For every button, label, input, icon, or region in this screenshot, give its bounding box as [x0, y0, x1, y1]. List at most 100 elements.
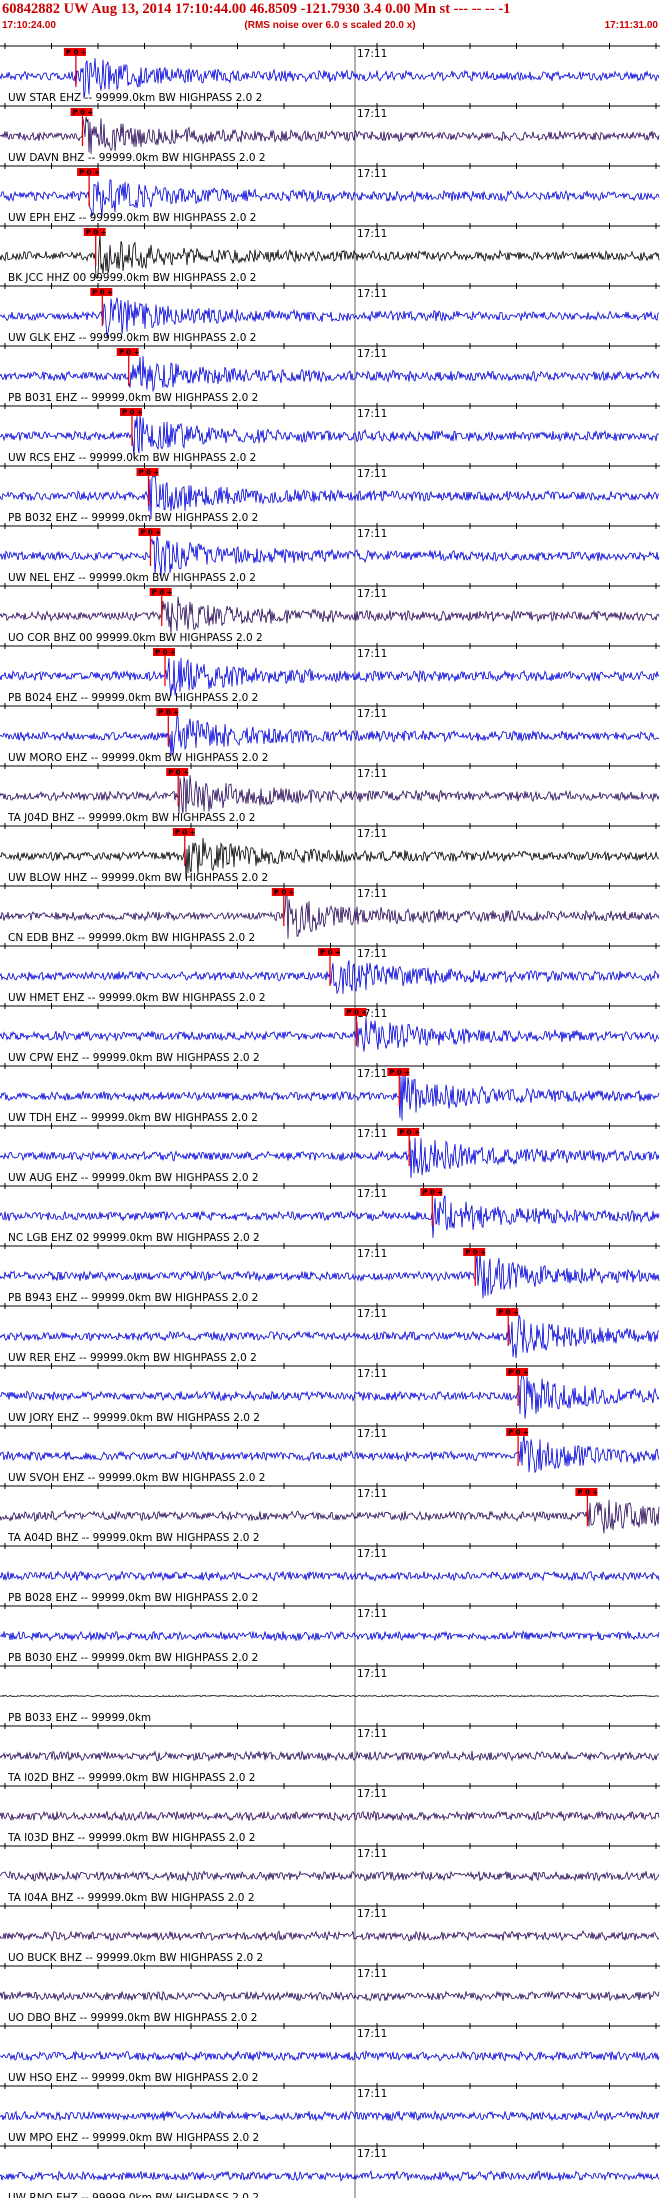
- station-label: UO COR BHZ 00 99999.0km BW HIGHPASS 2.0 …: [8, 632, 263, 644]
- trace-1: 17:11 P 0 + UW DAVN BHZ -- 99999.0km BW HI…: [0, 103, 660, 166]
- waveform: [0, 116, 660, 155]
- station-label: UW RNO EHZ -- 99999.0km BW HIGHPASS 2.0 …: [8, 2192, 259, 2198]
- waveform: [0, 1570, 660, 1582]
- trace-19: 17:11 P 0 + NC LGB EHZ 02 99999.0km BW HIG…: [0, 1183, 660, 1246]
- pick-tag: P 0 +: [168, 769, 189, 777]
- trace-12: 17:11 P 0 + TA J04D BHZ -- 99999.0km BW HI…: [0, 763, 660, 826]
- tick-label: 17:11: [357, 1728, 387, 1740]
- station-label: TA I04A BHZ -- 99999.0km BW HIGHPASS 2.0…: [7, 1892, 255, 1904]
- trace-35: 17:11 UW RNO EHZ -- 99999.0km BW HIGHPASS…: [0, 2143, 660, 2198]
- pick-tag: P 0 +: [175, 829, 196, 837]
- pick-tag: P 0 +: [158, 709, 179, 717]
- pick-tag: P 0 +: [139, 469, 160, 477]
- pick-tag: P 0 +: [508, 1429, 529, 1437]
- trace-10: 17:11 P 0 + PB B024 EHZ -- 99999.0km BW HI…: [0, 643, 660, 706]
- waveform: [0, 1810, 660, 1822]
- station-label: PB B032 EHZ -- 99999.0km BW HIGHPASS 2.0…: [8, 512, 258, 524]
- station-label: UW NEL EHZ -- 99999.0km BW HIGHPASS 2.0 …: [8, 572, 256, 584]
- trace-33: 17:11 UW HSO EHZ -- 99999.0km BW HIGHPASS…: [0, 2023, 660, 2086]
- station-label: UW HMET EHZ -- 99999.0km BW HIGHPASS 2.0…: [8, 992, 266, 1004]
- tick-label: 17:11: [357, 408, 387, 420]
- station-label: UW STAR EHZ -- 99999.0km BW HIGHPASS 2.0…: [8, 92, 262, 104]
- station-label: CN EDB BHZ -- 99999.0km BW HIGHPASS 2.0 …: [8, 932, 255, 944]
- tick-label: 17:11: [357, 1488, 387, 1500]
- station-label: UW SVOH EHZ -- 99999.0km BW HIGHPASS 2.0…: [8, 1472, 265, 1484]
- station-label: UW BLOW HHZ -- 99999.0km BW HIGHPASS 2.0…: [8, 872, 268, 884]
- station-label: PB B030 EHZ -- 99999.0km BW HIGHPASS 2.0…: [8, 1652, 258, 1664]
- station-label: UW JORY EHZ -- 99999.0km BW HIGHPASS 2.0…: [8, 1412, 260, 1424]
- trace-13: 17:11 P 0 + UW BLOW HHZ -- 99999.0km BW HI…: [0, 823, 660, 886]
- pick-tag: P 0 +: [79, 169, 100, 177]
- trace-30: 17:11 TA I04A BHZ -- 99999.0km BW HIGHPAS…: [0, 1843, 660, 1906]
- station-label: TA A04D BHZ -- 99999.0km BW HIGHPASS 2.0…: [7, 1532, 260, 1544]
- pick-tag: P 0 +: [119, 349, 140, 357]
- waveform: [0, 179, 660, 217]
- pick-tag: P 0 +: [140, 529, 161, 537]
- station-label: PB B031 EHZ -- 99999.0km BW HIGHPASS 2.0…: [8, 392, 258, 404]
- tick-label: 17:11: [357, 768, 387, 780]
- pick-tag: P 0 +: [389, 1069, 410, 1077]
- pick-tag: P 0 +: [122, 409, 143, 417]
- tick-label: 17:11: [357, 588, 387, 600]
- waveform: [0, 1749, 660, 1762]
- waveform: [0, 1630, 660, 1642]
- tick-label: 17:11: [357, 168, 387, 180]
- station-label: PB B943 EHZ -- 99999.0km BW HIGHPASS 2.0…: [8, 1292, 258, 1304]
- trace-25: 17:11 PB B028 EHZ -- 99999.0km BW HIGHPAS…: [0, 1543, 660, 1606]
- trace-7: 17:11 P 0 + PB B032 EHZ -- 99999.0km BW HI…: [0, 463, 660, 526]
- tick-label: 17:11: [357, 1428, 387, 1440]
- trace-4: 17:11 P 0 + UW GLK EHZ -- 99999.0km BW HIG…: [0, 283, 660, 346]
- tick-label: 17:11: [357, 2148, 387, 2160]
- station-label: UW EPH EHZ -- 99999.0km BW HIGHPASS 2.0 …: [8, 212, 256, 224]
- trace-11: 17:11 P 0 + UW MORO EHZ -- 99999.0km BW HI…: [0, 703, 660, 766]
- station-label: NC LGB EHZ 02 99999.0km BW HIGHPASS 2.0 …: [8, 1232, 260, 1244]
- station-label: UW CPW EHZ -- 99999.0km BW HIGHPASS 2.0 …: [8, 1052, 260, 1064]
- tick-label: 17:11: [357, 828, 387, 840]
- waveform: [0, 1870, 660, 1883]
- pick-tag: P 0 +: [274, 889, 295, 897]
- tick-label: 17:11: [357, 1968, 387, 1980]
- station-label: PB B024 EHZ -- 99999.0km BW HIGHPASS 2.0…: [8, 692, 258, 704]
- scaling-note: (RMS noise over 6.0 s scaled 20.0 x): [244, 20, 416, 31]
- station-label: UW MPO EHZ -- 99999.0km BW HIGHPASS 2.0 …: [8, 2132, 259, 2144]
- tick-label: 17:11: [357, 1188, 387, 1200]
- tick-label: 17:11: [357, 948, 387, 960]
- station-label: UW GLK EHZ -- 99999.0km BW HIGHPASS 2.0 …: [8, 332, 256, 344]
- tick-label: 17:11: [357, 888, 387, 900]
- tick-label: 17:11: [357, 108, 387, 120]
- station-label: UW HSO EHZ -- 99999.0km BW HIGHPASS 2.0 …: [8, 2072, 258, 2084]
- station-label: TA J04D BHZ -- 99999.0km BW HIGHPASS 2.0…: [7, 812, 255, 824]
- pick-tag: P 0 +: [465, 1249, 486, 1257]
- waveform: [0, 356, 660, 393]
- tick-label: 17:11: [357, 1908, 387, 1920]
- trace-5: 17:11 P 0 + PB B031 EHZ -- 99999.0km BW HI…: [0, 343, 660, 406]
- trace-28: 17:11 TA I02D BHZ -- 99999.0km BW HIGHPAS…: [0, 1723, 660, 1786]
- tick-label: 17:11: [357, 2028, 387, 2040]
- pick-tag: P 0 +: [577, 1489, 598, 1497]
- station-label: PB B028 EHZ -- 99999.0km BW HIGHPASS 2.0…: [8, 1592, 258, 1604]
- waveform: [0, 536, 660, 577]
- waveform: [0, 2049, 660, 2062]
- trace-21: 17:11 P 0 + UW RER EHZ -- 99999.0km BW HIG…: [0, 1303, 660, 1366]
- station-label: UW TDH EHZ -- 99999.0km BW HIGHPASS 2.0 …: [8, 1112, 258, 1124]
- waveform: [0, 1990, 660, 2002]
- trace-32: 17:11 UO DBO BHZ -- 99999.0km BW HIGHPASS…: [0, 1963, 660, 2026]
- tick-label: 17:11: [357, 468, 387, 480]
- plot-header: 60842882 UW Aug 13, 2014 17:10:44.00 46.…: [0, 0, 660, 38]
- station-label: TA I03D BHZ -- 99999.0km BW HIGHPASS 2.0…: [7, 1832, 255, 1844]
- station-label: UW RER EHZ -- 99999.0km BW HIGHPASS 2.0 …: [8, 1352, 257, 1364]
- tick-label: 17:11: [357, 2088, 387, 2100]
- trace-16: 17:11P 0 +UW CPW EHZ -- 99999.0km BW HIG…: [0, 1003, 660, 1066]
- trace-22: 17:11 P 0 + UW JORY EHZ -- 99999.0km BW HI…: [0, 1363, 660, 1426]
- station-label: UW MORO EHZ -- 99999.0km BW HIGHPASS 2.0…: [8, 752, 268, 764]
- waveform: [0, 657, 660, 696]
- pick-tag: P 0 +: [73, 109, 94, 117]
- station-label: UO BUCK BHZ -- 99999.0km BW HIGHPASS 2.0…: [8, 1952, 263, 1964]
- pick-tag: P 0 +: [86, 229, 107, 237]
- tick-label: 17:11: [357, 708, 387, 720]
- seismogram-panel: 17:11 P 0 + UW STAR EHZ -- 99999.0km BW HI…: [0, 43, 660, 2198]
- waveform: [0, 1434, 660, 1474]
- pick-tag: P 0 +: [152, 589, 173, 597]
- tick-label: 17:11: [357, 1308, 387, 1320]
- trace-18: 17:11 P 0 + UW AUG EHZ -- 99999.0km BW HIG…: [0, 1123, 660, 1186]
